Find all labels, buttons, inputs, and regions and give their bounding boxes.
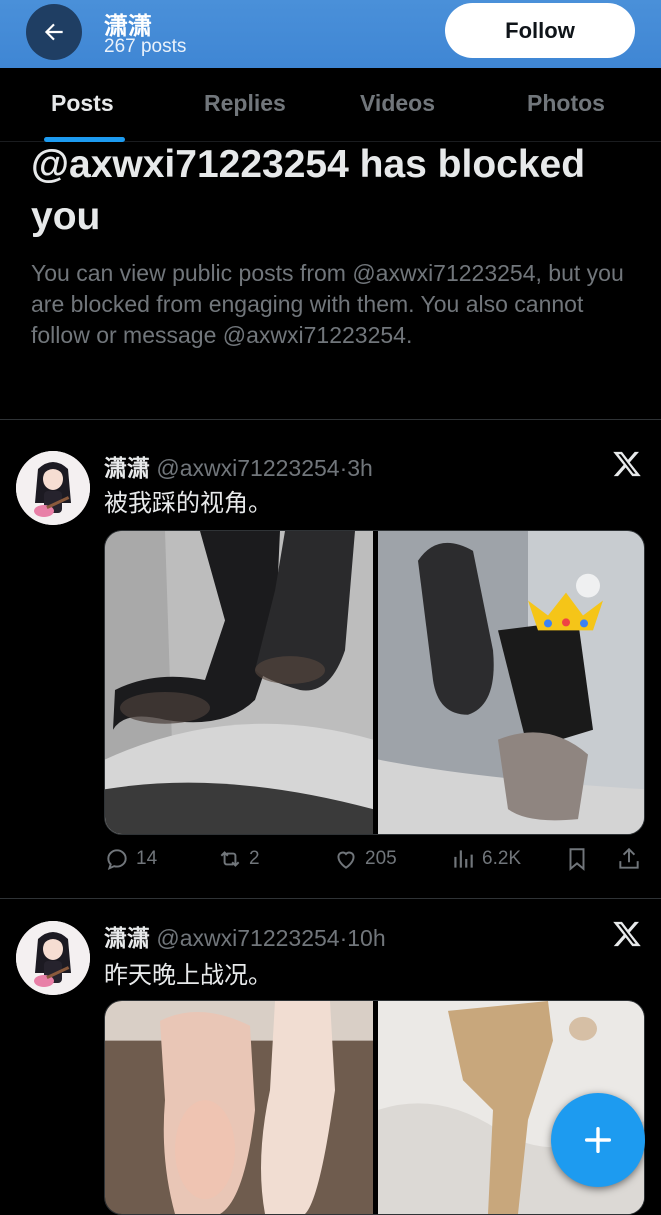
views-button[interactable]: 6.2K <box>450 846 521 872</box>
avatar-illustration <box>16 921 90 995</box>
like-count: 205 <box>365 848 397 869</box>
avatar-illustration <box>16 451 90 525</box>
divider <box>0 898 661 899</box>
reply-count: 14 <box>136 848 158 869</box>
view-count: 6.2K <box>482 848 522 869</box>
compose-button[interactable] <box>551 1093 645 1187</box>
post-actions: 14 2 205 6.2K <box>104 846 649 878</box>
reply-button[interactable]: 14 <box>104 846 157 872</box>
post-image[interactable] <box>378 531 645 834</box>
post-author-handle[interactable]: @axwxi71223254 <box>156 455 339 481</box>
heart-icon <box>337 851 355 869</box>
bookmark-button[interactable] <box>564 846 590 872</box>
share-button[interactable] <box>616 846 642 872</box>
avatar[interactable] <box>16 451 90 525</box>
post-media <box>104 530 645 835</box>
reply-icon <box>107 849 127 870</box>
post-image[interactable] <box>105 1001 373 1214</box>
tab-posts[interactable]: Posts <box>51 90 114 117</box>
post-time[interactable]: 3h <box>347 455 373 481</box>
post-text: 昨天晚上战况。 <box>104 962 272 989</box>
blocked-title: @axwxi71223254 has blocked you <box>31 143 586 238</box>
share-icon <box>619 847 639 869</box>
repost-count: 2 <box>249 848 260 869</box>
like-button[interactable]: 205 <box>333 846 397 872</box>
tab-photos[interactable]: Photos <box>527 90 605 117</box>
avatar[interactable] <box>16 921 90 995</box>
post-header: 潇潇 @axwxi71223254·3h <box>104 449 373 483</box>
back-button[interactable] <box>26 4 82 60</box>
repost-icon <box>220 851 240 867</box>
tab-replies[interactable]: Replies <box>204 90 286 117</box>
arrow-left-icon <box>44 23 63 41</box>
x-logo-icon[interactable] <box>612 919 642 949</box>
x-logo-icon[interactable] <box>612 449 642 479</box>
post-image[interactable] <box>105 531 373 834</box>
post-author-name[interactable]: 潇潇 <box>104 925 150 951</box>
profile-tabs: Posts Replies Videos Photos <box>0 68 661 142</box>
post-author-handle[interactable]: @axwxi71223254 <box>156 925 339 951</box>
views-icon <box>454 850 473 868</box>
plus-icon <box>584 1126 612 1154</box>
post-header: 潇潇 @axwxi71223254·10h <box>104 919 386 953</box>
divider <box>0 419 661 420</box>
tab-videos[interactable]: Videos <box>360 90 435 117</box>
post-text: 被我踩的视角。 <box>104 490 272 517</box>
repost-button[interactable]: 2 <box>217 846 260 872</box>
post-count: 267 posts <box>104 36 187 57</box>
bookmark-icon <box>569 848 585 871</box>
follow-button[interactable]: Follow <box>445 3 635 58</box>
blocked-description: You can view public posts from @axwxi712… <box>31 260 624 348</box>
post-time[interactable]: 10h <box>347 925 385 951</box>
post-author-name[interactable]: 潇潇 <box>104 455 150 481</box>
profile-header: 潇潇 267 posts Follow <box>0 0 661 68</box>
